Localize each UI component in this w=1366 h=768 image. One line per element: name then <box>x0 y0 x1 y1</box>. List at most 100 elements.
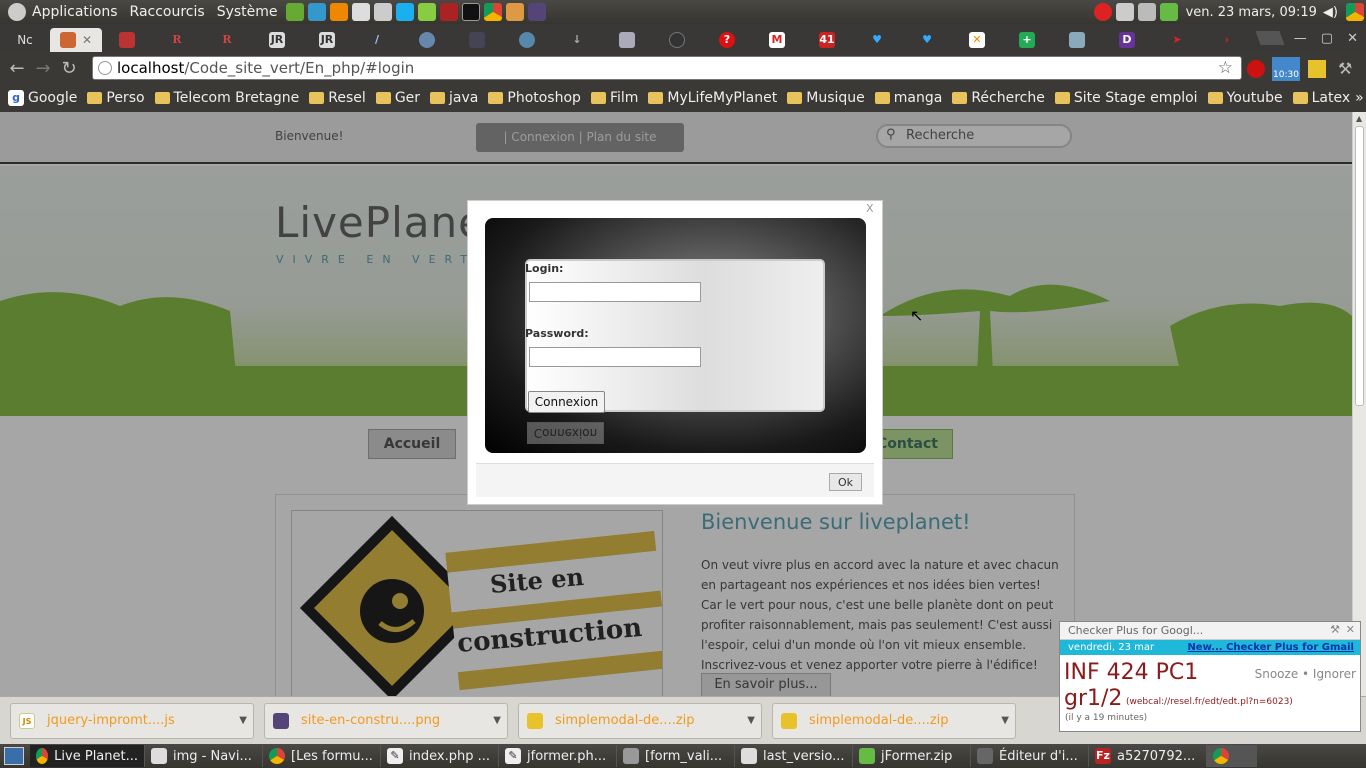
event-title-1[interactable]: INF 424 PC1 <box>1064 660 1198 685</box>
tab-6[interactable]: JR <box>302 28 352 52</box>
skype-launcher-icon[interactable] <box>395 3 414 21</box>
window-close-icon[interactable]: ✕ <box>1347 31 1358 46</box>
tab-2[interactable] <box>102 28 152 52</box>
task-item[interactable]: Fz a5270792... <box>1089 745 1207 767</box>
bookmark-folder[interactable]: Site Stage emploi <box>1054 90 1198 106</box>
chrome-launcher-icon[interactable] <box>483 3 502 21</box>
bookmark-folder[interactable]: Perso <box>87 90 145 106</box>
bookmark-folder[interactable]: Resel <box>309 90 366 106</box>
tab-12[interactable] <box>602 28 652 52</box>
page-scrollbar[interactable]: ▲ <box>1352 112 1366 696</box>
bookmark-folder[interactable]: Latex <box>1292 90 1350 106</box>
task-item[interactable]: jFormer.zip <box>853 745 971 767</box>
event-title-2[interactable]: gr1/2 <box>1064 686 1122 711</box>
bookmark-google[interactable]: g Google <box>8 90 77 106</box>
dropdown-arrow-icon[interactable]: ▼ <box>747 715 755 726</box>
tab-4[interactable]: R <box>202 28 252 52</box>
eclipse-launcher-icon[interactable] <box>527 3 546 21</box>
tab-10[interactable] <box>502 28 552 52</box>
login-input[interactable] <box>529 282 701 302</box>
tab-15[interactable]: M <box>752 28 802 52</box>
dropdown-arrow-icon[interactable]: ▼ <box>1001 715 1009 726</box>
calculator-launcher-icon[interactable] <box>351 3 370 21</box>
forward-icon[interactable]: → <box>30 55 56 81</box>
tab-18[interactable]: ♥ <box>902 28 952 52</box>
bookmark-folder[interactable]: Ger <box>375 90 420 106</box>
minimize-icon[interactable]: — <box>1294 31 1307 46</box>
download-item[interactable]: site-en-constru....png ▼ <box>264 702 508 739</box>
tab-17[interactable]: ♥ <box>852 28 902 52</box>
network-icon[interactable] <box>1137 3 1156 21</box>
task-item[interactable]: ✎ index.php ... <box>381 745 499 767</box>
dropbox-icon[interactable] <box>1115 3 1134 21</box>
wrench-icon[interactable]: ⚒ <box>1330 623 1340 636</box>
vlc-launcher-icon[interactable] <box>329 3 348 21</box>
dropdown-arrow-icon[interactable]: ▼ <box>239 715 247 726</box>
event-url[interactable]: (webcal://resel.fr/edt/edt.pl?n=6023) <box>1126 697 1293 707</box>
checker-plus-link[interactable]: New... Checker Plus for Gmail <box>1187 640 1354 655</box>
bookmark-folder[interactable]: java <box>430 90 478 106</box>
tab-close-icon[interactable]: ✕ <box>82 33 92 47</box>
tab-23[interactable]: ➤ <box>1152 28 1202 52</box>
bookmark-folder[interactable]: Récherche <box>952 90 1045 106</box>
tab-22[interactable]: D <box>1102 28 1152 52</box>
update-icon[interactable] <box>1093 3 1112 21</box>
tab-3[interactable]: R <box>152 28 202 52</box>
tab-20[interactable]: + <box>1002 28 1052 52</box>
filezilla-launcher-icon[interactable] <box>439 3 458 21</box>
show-desktop-icon[interactable] <box>4 747 24 765</box>
task-item[interactable]: img - Navi... <box>145 745 263 767</box>
bookmark-folder[interactable]: MyLifeMyPlanet <box>648 90 777 106</box>
battery-icon[interactable] <box>1159 3 1178 21</box>
tab-8[interactable] <box>402 28 452 52</box>
tab-21[interactable] <box>1052 28 1102 52</box>
snooze-ignore[interactable]: Snooze • Ignorer <box>1255 667 1356 681</box>
adblock-icon[interactable] <box>1247 60 1265 78</box>
task-item[interactable] <box>1207 745 1257 767</box>
menu-raccourcis[interactable]: Raccourcis <box>124 4 211 20</box>
bookmark-folder[interactable]: Photoshop <box>488 90 581 106</box>
tab-5[interactable]: JR <box>252 28 302 52</box>
tab-13[interactable] <box>652 28 702 52</box>
task-item[interactable]: Éditeur d'i... <box>971 745 1089 767</box>
settings-launcher-icon[interactable] <box>505 3 524 21</box>
tab-19[interactable]: ✕ <box>952 28 1002 52</box>
download-item[interactable]: simplemodal-de....zip ▼ <box>518 702 762 739</box>
dropdown-arrow-icon[interactable]: ▼ <box>493 715 501 726</box>
volume-icon[interactable]: ◀) <box>1323 5 1338 20</box>
tab-16[interactable]: 41 <box>802 28 852 52</box>
bookmark-folder[interactable]: Youtube <box>1207 90 1283 106</box>
bookmark-star-icon[interactable]: ☆ <box>1218 57 1233 79</box>
tab-nc[interactable]: Nc <box>0 28 50 52</box>
modal-close-button[interactable]: X <box>866 202 874 215</box>
tab-liveplanet[interactable]: ✕ <box>50 28 102 52</box>
maximize-icon[interactable]: ▢ <box>1321 31 1333 46</box>
checker-plus-notification[interactable]: Checker Plus for Googl... ⚒ ✕ vendredi, … <box>1059 621 1361 732</box>
wrench-icon[interactable]: ⚒ <box>1338 59 1352 78</box>
bookmark-folder[interactable]: Film <box>590 90 638 106</box>
extension-icon[interactable] <box>1308 60 1326 78</box>
task-item[interactable]: last_versio... <box>735 745 853 767</box>
task-item[interactable]: [form_vali... <box>617 745 735 767</box>
task-item[interactable]: ✎ jformer.ph... <box>499 745 617 767</box>
download-item[interactable]: simplemodal-de....zip ▼ <box>772 702 1016 739</box>
scrollbar-thumb[interactable] <box>1355 126 1364 406</box>
bookmark-folder[interactable]: Musique <box>787 90 865 106</box>
spotify-launcher-icon[interactable] <box>285 3 304 21</box>
scroll-up-icon[interactable]: ▲ <box>1356 114 1362 123</box>
terminal-launcher-icon[interactable] <box>461 3 480 21</box>
installer-launcher-icon[interactable] <box>417 3 436 21</box>
editor-launcher-icon[interactable] <box>373 3 392 21</box>
bookmark-folder[interactable]: Telecom Bretagne <box>154 90 299 106</box>
gnome-logo-icon[interactable] <box>8 3 26 21</box>
menu-systeme[interactable]: Système <box>211 4 284 20</box>
calendar-ext-icon[interactable]: 10:30 <box>1272 57 1300 81</box>
bookmarks-overflow-icon[interactable]: » <box>1355 90 1364 106</box>
clock[interactable]: ven. 23 mars, 09:19 <box>1186 5 1317 20</box>
tab-11[interactable]: ↓ <box>552 28 602 52</box>
tab-14[interactable]: ? <box>702 28 752 52</box>
tab-9[interactable] <box>452 28 502 52</box>
notification-close-icon[interactable]: ✕ <box>1346 623 1355 636</box>
password-input[interactable] <box>529 347 701 367</box>
new-tab-button[interactable] <box>1255 31 1285 45</box>
